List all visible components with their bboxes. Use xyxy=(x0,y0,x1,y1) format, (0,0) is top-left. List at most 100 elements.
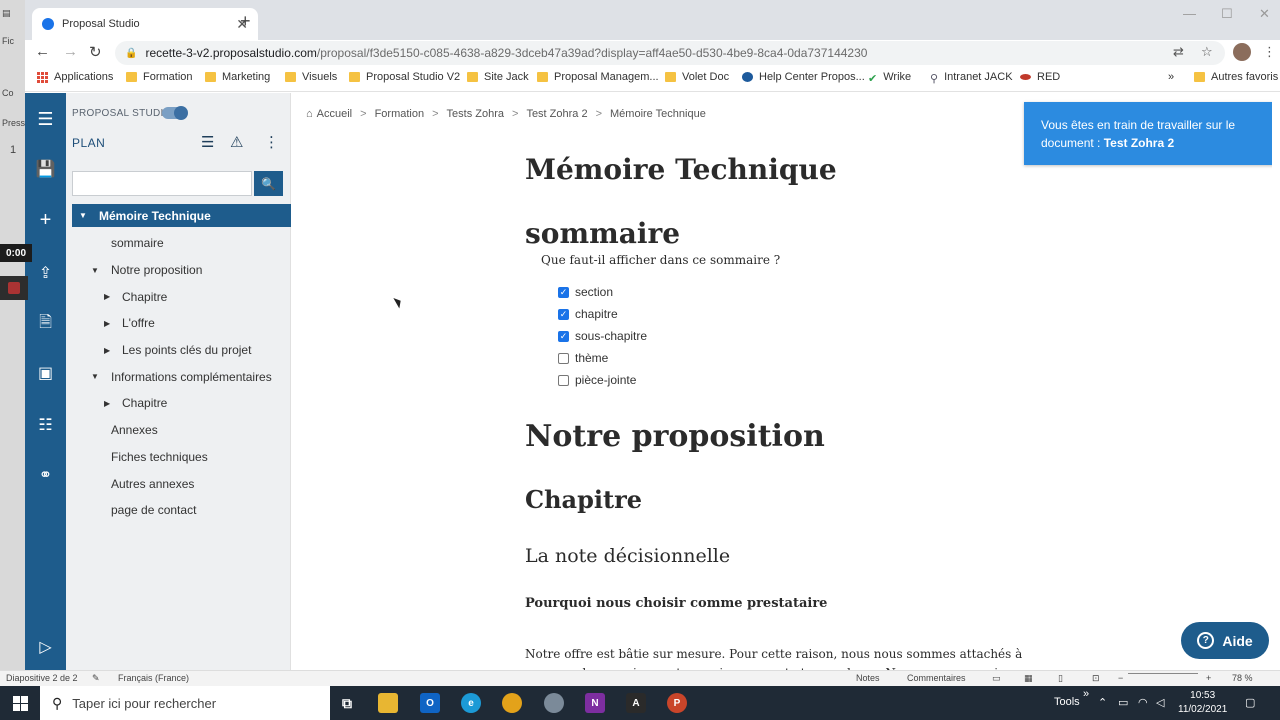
zoom-in-icon[interactable]: + xyxy=(1206,673,1211,683)
help-button[interactable]: ? Aide xyxy=(1181,622,1269,659)
tree-node-sommaire[interactable]: sommaire xyxy=(72,230,291,257)
spellcheck-icon[interactable]: ✎ xyxy=(92,673,100,684)
comments-button[interactable]: Commentaires xyxy=(907,673,966,683)
caret-right-icon[interactable]: ▶ xyxy=(104,399,110,408)
back-icon[interactable]: ← xyxy=(35,43,50,60)
zoom-level[interactable]: 78 % xyxy=(1232,673,1253,683)
task-view-icon[interactable]: ⧉ xyxy=(337,693,357,713)
plan-search-input[interactable] xyxy=(72,171,252,196)
breadcrumb-item[interactable]: Formation xyxy=(375,108,425,120)
breadcrumb-item[interactable]: Test Zohra 2 xyxy=(526,108,587,120)
forward-icon[interactable]: → xyxy=(63,43,78,60)
zoom-slider[interactable] xyxy=(1128,673,1198,674)
more-menu-icon[interactable]: ⋮ xyxy=(1263,44,1276,60)
bookmark-intranet-jack[interactable]: ⚲ Intranet JACK xyxy=(930,71,1013,85)
breadcrumb-item[interactable]: Tests Zohra xyxy=(447,108,504,120)
edge-icon[interactable]: e xyxy=(461,693,481,713)
checkbox-checked[interactable]: ✓ xyxy=(558,330,569,342)
powerpoint-icon[interactable]: P xyxy=(667,693,687,713)
bookmark-formation[interactable]: Formation xyxy=(126,71,193,83)
save-icon[interactable]: 💾 xyxy=(25,159,66,179)
bookmark-volet-doc[interactable]: Volet Doc xyxy=(665,71,729,83)
plan-search-button[interactable]: 🔍 xyxy=(254,171,283,196)
breadcrumb-item[interactable]: Accueil xyxy=(317,108,352,120)
hamburger-menu-icon[interactable]: ☰ xyxy=(25,109,66,130)
option-theme[interactable]: thème xyxy=(558,347,647,369)
tree-node-informations[interactable]: ▼ Informations complémentaires xyxy=(72,363,291,390)
bookmark-wrike[interactable]: ✔ Wrike xyxy=(868,71,911,85)
chapter-title[interactable]: Chapitre xyxy=(525,485,642,514)
caret-right-icon[interactable]: ▶ xyxy=(104,346,110,355)
notes-button[interactable]: Notes xyxy=(856,673,880,683)
bookmark-visuels[interactable]: Visuels xyxy=(285,71,337,83)
reload-icon[interactable]: ↻ xyxy=(89,43,102,61)
minimize-icon[interactable]: — xyxy=(1183,6,1196,21)
caret-right-icon[interactable]: ▶ xyxy=(104,292,110,301)
translate-icon[interactable]: ⇄ xyxy=(1173,44,1184,60)
windows-start-button[interactable] xyxy=(0,686,40,720)
play-icon[interactable]: ▷ xyxy=(25,637,66,657)
normal-view-icon[interactable]: ▭ xyxy=(992,673,1001,684)
list-document-icon[interactable]: ☷ xyxy=(25,415,66,435)
bookmark-other-favorites[interactable]: Autres favoris xyxy=(1194,71,1278,83)
maximize-icon[interactable]: ☐ xyxy=(1221,6,1233,22)
checkbox-unchecked[interactable] xyxy=(558,374,569,386)
kebab-menu-icon[interactable]: ⋮ xyxy=(264,133,279,151)
bookmark-red[interactable]: RED xyxy=(1020,71,1060,83)
handshake-icon[interactable]: ⚭ xyxy=(25,465,66,485)
tree-node-chapitre[interactable]: ▶ Chapitre xyxy=(72,283,291,310)
tree-node-annexes[interactable]: Annexes xyxy=(72,417,291,444)
upload-icon[interactable]: ⇪ xyxy=(25,263,66,283)
bookmark-proposal-management[interactable]: Proposal Managem... xyxy=(537,71,659,83)
tree-node-offre[interactable]: ▶ L'offre xyxy=(72,310,291,337)
acrobat-icon[interactable]: A xyxy=(626,693,646,713)
subchapter-title[interactable]: La note décisionnelle xyxy=(525,545,730,567)
section-title[interactable]: Notre proposition xyxy=(525,419,825,454)
chevron-up-icon[interactable]: ⌃ xyxy=(1098,696,1107,709)
mode-toggle[interactable] xyxy=(162,106,188,120)
option-piece-jointe[interactable]: pièce-jointe xyxy=(558,369,647,391)
add-icon[interactable]: + xyxy=(25,209,66,232)
chrome-icon[interactable] xyxy=(502,693,522,713)
notifications-icon[interactable]: ▢ xyxy=(1245,696,1255,709)
slideshow-icon[interactable]: ⊡ xyxy=(1092,673,1100,684)
tree-node-notre-proposition[interactable]: ▼ Notre proposition xyxy=(72,257,291,284)
caret-down-icon[interactable]: ▼ xyxy=(79,211,87,220)
tree-node-chapitre-2[interactable]: ▶ Chapitre xyxy=(72,390,291,417)
taskbar-search[interactable]: ⚲ Taper ici pour rechercher xyxy=(40,686,330,720)
tree-node-page-contact[interactable]: page de contact xyxy=(72,497,291,524)
checkbox-checked[interactable]: ✓ xyxy=(558,286,569,298)
tree-node-points-cles[interactable]: ▶ Les points clés du projet xyxy=(72,337,291,364)
wifi-icon[interactable]: ◠ xyxy=(1138,696,1148,709)
browser-tab[interactable]: Proposal Studio ✕ xyxy=(32,8,258,40)
file-explorer-icon[interactable] xyxy=(378,693,398,713)
language-indicator[interactable]: Français (France) xyxy=(118,673,189,683)
document-title[interactable]: Mémoire Technique xyxy=(525,153,837,186)
bookmark-star-icon[interactable]: ☆ xyxy=(1201,44,1213,60)
document-icon[interactable]: 🗎 xyxy=(25,311,66,338)
bookmark-applications[interactable]: Applications xyxy=(37,71,113,83)
zoom-out-icon[interactable]: − xyxy=(1118,673,1123,683)
tools-label[interactable]: Tools xyxy=(1054,696,1080,708)
body-paragraph[interactable]: Notre offre est bâtie sur mesure. Pour c… xyxy=(525,645,1035,670)
tree-node-memoire-technique[interactable]: ▼ Mémoire Technique xyxy=(72,204,291,227)
tree-node-fiches-techniques[interactable]: Fiches techniques xyxy=(72,444,291,471)
checkbox-unchecked[interactable] xyxy=(558,352,569,364)
checkbox-checked[interactable]: ✓ xyxy=(558,308,569,320)
system-clock[interactable]: 10:53 11/02/2021 xyxy=(1178,689,1227,717)
contact-card-icon[interactable]: ▣ xyxy=(25,363,66,383)
bookmark-proposal-studio-v2[interactable]: Proposal Studio V2 xyxy=(349,71,460,83)
option-section[interactable]: ✓ section xyxy=(558,281,647,303)
sommaire-title[interactable]: sommaire xyxy=(525,217,680,250)
close-window-icon[interactable]: ✕ xyxy=(1259,6,1270,22)
slide-sorter-icon[interactable]: ▦ xyxy=(1024,673,1033,684)
onenote-icon[interactable]: N xyxy=(585,693,605,713)
caret-down-icon[interactable]: ▼ xyxy=(91,266,99,275)
volume-icon[interactable]: ◁ xyxy=(1156,696,1164,709)
theme-title[interactable]: Pourquoi nous choisir comme prestataire xyxy=(525,596,827,611)
tray-expand-icon[interactable]: » xyxy=(1083,688,1089,700)
bookmark-help-center[interactable]: Help Center Propos... xyxy=(742,71,865,83)
list-icon[interactable]: ☰ xyxy=(201,133,214,151)
bookmark-marketing[interactable]: Marketing xyxy=(205,71,270,83)
new-tab-button[interactable]: + xyxy=(240,11,251,32)
